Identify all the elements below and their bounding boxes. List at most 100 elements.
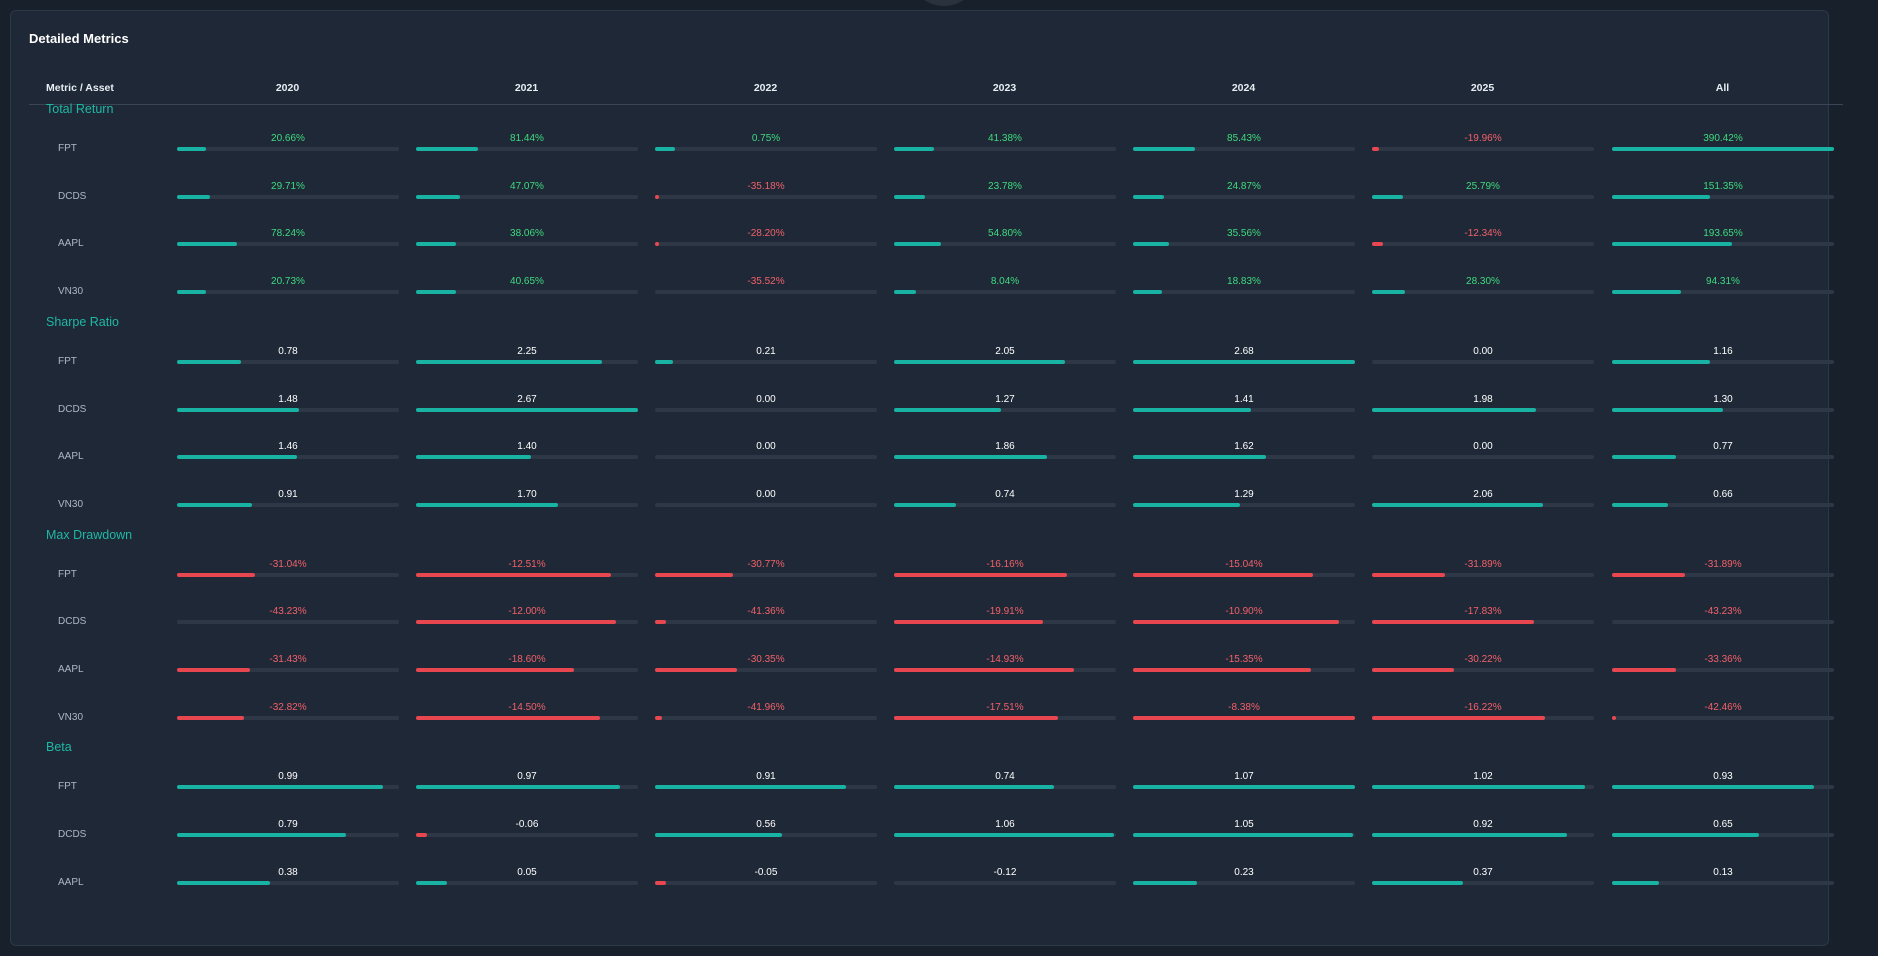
metric-bar-fill: [1612, 785, 1814, 790]
metric-bar-track: [1372, 407, 1594, 412]
metric-value: 151.35%: [1703, 180, 1743, 192]
metric-cell: 35.56%: [1133, 228, 1355, 262]
metric-cell: 1.27: [894, 394, 1116, 428]
metric-value: 1.41: [1234, 393, 1254, 405]
metric-bar-track: [1612, 407, 1834, 412]
metric-bar-fill: [1372, 572, 1445, 577]
metric-bar-fill: [894, 668, 1074, 672]
metric-value: 2.05: [995, 345, 1015, 357]
metric-bar-fill: [177, 147, 206, 151]
metric-cell: -41.36%: [655, 606, 877, 640]
metric-bar-track: [894, 455, 1116, 460]
metric-value: 81.44%: [510, 133, 544, 144]
metric-bar-track: [1133, 407, 1355, 412]
metric-bar-fill: [655, 572, 733, 577]
metric-value: 29.71%: [271, 180, 305, 192]
row-label-dcds: DCDS: [58, 829, 87, 841]
metric-value: 0.74: [995, 771, 1015, 783]
header-col-2022: 2022: [753, 82, 778, 94]
metric-value: 20.66%: [271, 133, 305, 144]
metric-bar-track: [1612, 359, 1834, 364]
metric-bar-track: [1612, 668, 1834, 672]
metric-bar-track: [177, 620, 399, 625]
metric-cell: 1.30: [1612, 394, 1834, 428]
metric-bar-fill: [1133, 572, 1313, 577]
metric-bar-track: [1612, 785, 1834, 790]
metric-bar-track: [416, 502, 638, 507]
metric-cell: 2.05: [894, 346, 1116, 380]
metric-value: 0.21: [756, 345, 776, 357]
row-label-dcds: DCDS: [58, 403, 87, 415]
metric-cell: 2.67: [416, 394, 638, 428]
metric-bar-fill: [416, 359, 602, 364]
metric-value: -35.52%: [747, 276, 785, 288]
metric-value: 47.07%: [510, 180, 544, 192]
metric-cell: 0.65: [1612, 819, 1834, 853]
metric-cell: -15.35%: [1133, 654, 1355, 688]
metric-bar-fill: [1612, 407, 1723, 412]
metric-bar-track: [655, 359, 877, 364]
metric-value: 0.23: [1234, 866, 1254, 878]
metric-value: 0.00: [1473, 345, 1493, 357]
metric-bar-fill: [894, 242, 941, 247]
metric-bar-fill: [416, 572, 611, 577]
metric-bar-track: [1133, 620, 1355, 625]
metric-bar-track: [1133, 359, 1355, 364]
row-label-aapl: AAPL: [58, 238, 84, 250]
metric-bar-fill: [1133, 833, 1353, 838]
metric-value: 2.25: [517, 345, 537, 357]
metric-cell: 2.06: [1372, 489, 1594, 523]
metric-cell: 24.87%: [1133, 181, 1355, 215]
metric-bar-track: [894, 572, 1116, 577]
metric-bar-track: [1372, 668, 1594, 672]
metric-bar-fill: [894, 290, 916, 295]
metric-bar-track: [655, 407, 877, 412]
metric-bar-track: [655, 880, 877, 885]
metric-cell: -12.00%: [416, 606, 638, 640]
metric-bar-fill: [416, 147, 478, 151]
metric-value: 28.30%: [1466, 276, 1500, 288]
metric-cell: -41.96%: [655, 702, 877, 736]
metric-bar-fill: [1612, 455, 1676, 460]
metric-value: 20.73%: [271, 276, 305, 288]
metric-cell: -31.89%: [1612, 559, 1834, 593]
metric-bar-track: [1612, 455, 1834, 460]
metric-value: 1.86: [995, 441, 1015, 453]
metric-bar-fill: [177, 502, 252, 507]
metric-bar-track: [894, 407, 1116, 412]
metric-bar-fill: [1372, 880, 1463, 885]
metric-bar-fill: [655, 242, 659, 247]
metric-cell: 0.21: [655, 346, 877, 380]
metric-cell: 81.44%: [416, 133, 638, 167]
metric-value: 0.13: [1713, 866, 1733, 878]
metric-value: 54.80%: [988, 228, 1022, 240]
metric-bar-track: [894, 833, 1116, 838]
metric-bar-fill: [177, 668, 250, 672]
metric-bar-track: [894, 620, 1116, 625]
metric-value: 2.68: [1234, 345, 1254, 357]
metric-bar-fill: [655, 880, 666, 885]
metric-value: 0.93: [1713, 771, 1733, 783]
metric-value: -14.50%: [508, 701, 546, 713]
header-col-2025: 2025: [1470, 82, 1495, 94]
metric-bar-track: [894, 880, 1116, 885]
metric-cell: -15.04%: [1133, 559, 1355, 593]
row-label-vn30: VN30: [58, 286, 84, 298]
metric-cell: -16.16%: [894, 559, 1116, 593]
metric-value: -31.04%: [269, 558, 307, 570]
metric-cell: 1.05: [1133, 819, 1355, 853]
metric-cell: 1.16: [1612, 346, 1834, 380]
metric-bar-fill: [1133, 880, 1197, 885]
metric-value: -10.90%: [1225, 606, 1263, 618]
metric-bar-track: [655, 620, 877, 625]
metric-bar-track: [655, 668, 877, 672]
metric-bar-track: [416, 715, 638, 720]
metric-cell: -18.60%: [416, 654, 638, 688]
metric-bar-fill: [1372, 785, 1585, 790]
metric-cell: 0.93: [1612, 771, 1834, 805]
metric-bar-fill: [416, 242, 456, 247]
detailed-metrics-panel: Detailed Metrics Metric / Asset 2020 2021 2…: [10, 10, 1843, 946]
metric-bar-track: [177, 715, 399, 720]
metric-bar-fill: [1133, 290, 1162, 295]
section-title-beta: Beta: [46, 740, 72, 755]
